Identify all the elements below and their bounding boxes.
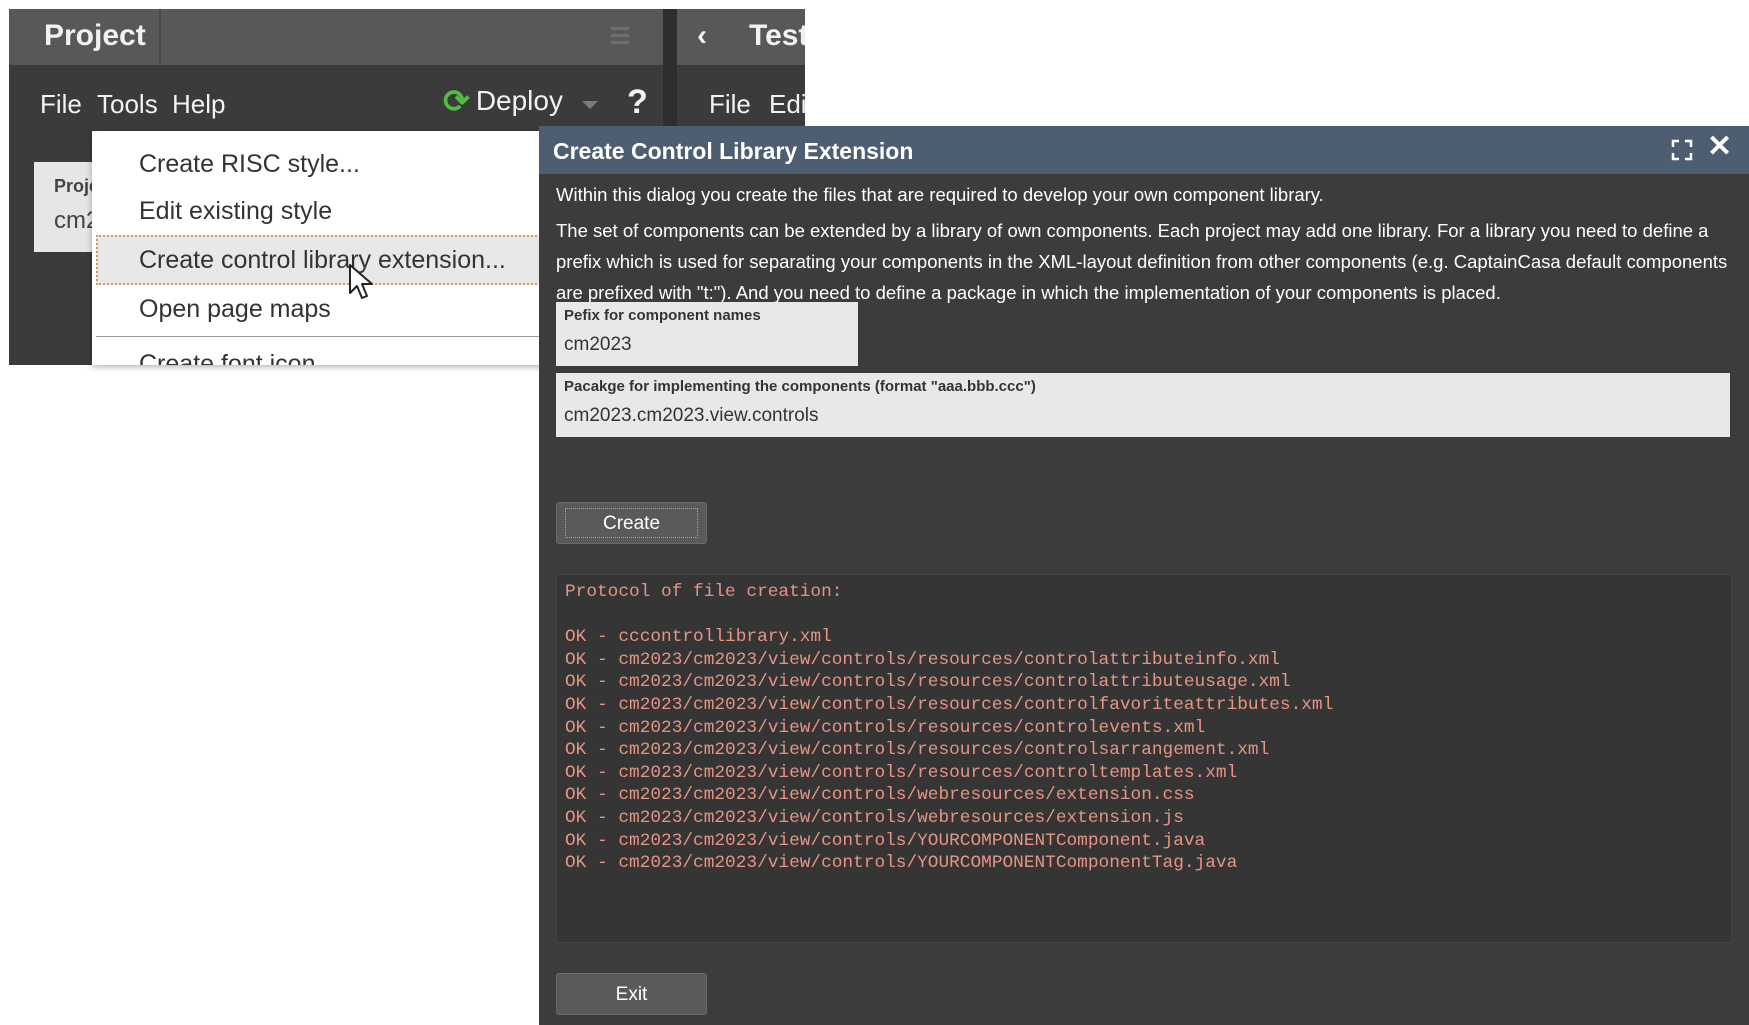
create-control-library-dialog: Create Control Library Extension ✕ Withi…	[539, 126, 1749, 1025]
package-input[interactable]: cm2023.cm2023.view.controls	[564, 405, 819, 427]
focus-outline	[565, 508, 698, 538]
deploy-button[interactable]: ⟳ Deploy	[443, 85, 563, 117]
prefix-field-label: Pefix for component names	[564, 307, 761, 324]
menu-item-open-page-maps[interactable]: Open page maps	[92, 286, 537, 332]
chevron-left-icon[interactable]: ‹	[697, 19, 707, 53]
chevron-down-icon[interactable]	[582, 101, 598, 109]
menu-item-create-font-icon[interactable]: Create font icon	[92, 341, 537, 365]
project-title: Project	[44, 19, 146, 52]
test-title-bar: ‹ Test	[677, 9, 805, 65]
hamburger-icon[interactable]	[611, 27, 629, 45]
prefix-field[interactable]: Pefix for component names cm2023	[556, 302, 858, 366]
test-title: Test	[749, 19, 805, 52]
dialog-description-text: The set of components can be extended by…	[556, 220, 1728, 303]
help-icon[interactable]: ?	[627, 83, 648, 122]
test-menu-file[interactable]: File	[709, 89, 751, 120]
protocol-text: Protocol of file creation: OK - cccontro…	[565, 582, 1334, 874]
refresh-icon: ⟳	[443, 83, 470, 119]
menu-help[interactable]: Help	[172, 89, 225, 120]
menu-divider	[96, 336, 547, 337]
deploy-label: Deploy	[475, 85, 563, 116]
create-button[interactable]: Create	[556, 502, 707, 544]
exit-button-label: Exit	[615, 984, 648, 1005]
dialog-intro-text: Within this dialog you create the files …	[556, 184, 1324, 205]
test-menu-edit[interactable]: Edit	[769, 89, 805, 120]
tools-dropdown-menu: Create RISC style... Edit existing style…	[92, 131, 547, 365]
menu-item-create-control-library-extension[interactable]: Create control library extension...	[96, 235, 547, 285]
dialog-title-bar[interactable]: Create Control Library Extension ✕	[539, 126, 1749, 174]
package-field[interactable]: Pacakge for implementing the components …	[556, 373, 1730, 437]
dialog-title: Create Control Library Extension	[553, 138, 914, 164]
package-field-label: Pacakge for implementing the components …	[564, 378, 1036, 395]
project-title-bar: Project	[9, 9, 663, 65]
title-divider	[159, 9, 161, 65]
menu-tools[interactable]: Tools	[97, 89, 158, 120]
menu-item-edit-existing-style[interactable]: Edit existing style	[92, 188, 537, 234]
mouse-pointer-icon	[349, 264, 373, 299]
menu-file[interactable]: File	[40, 89, 82, 120]
close-icon[interactable]: ✕	[1707, 132, 1732, 162]
protocol-output[interactable]: Protocol of file creation: OK - cccontro…	[556, 574, 1732, 943]
menu-item-create-risc-style[interactable]: Create RISC style...	[92, 141, 537, 187]
prefix-input[interactable]: cm2023	[564, 334, 632, 356]
maximize-icon[interactable]	[1671, 139, 1693, 161]
exit-button[interactable]: Exit	[556, 973, 707, 1015]
